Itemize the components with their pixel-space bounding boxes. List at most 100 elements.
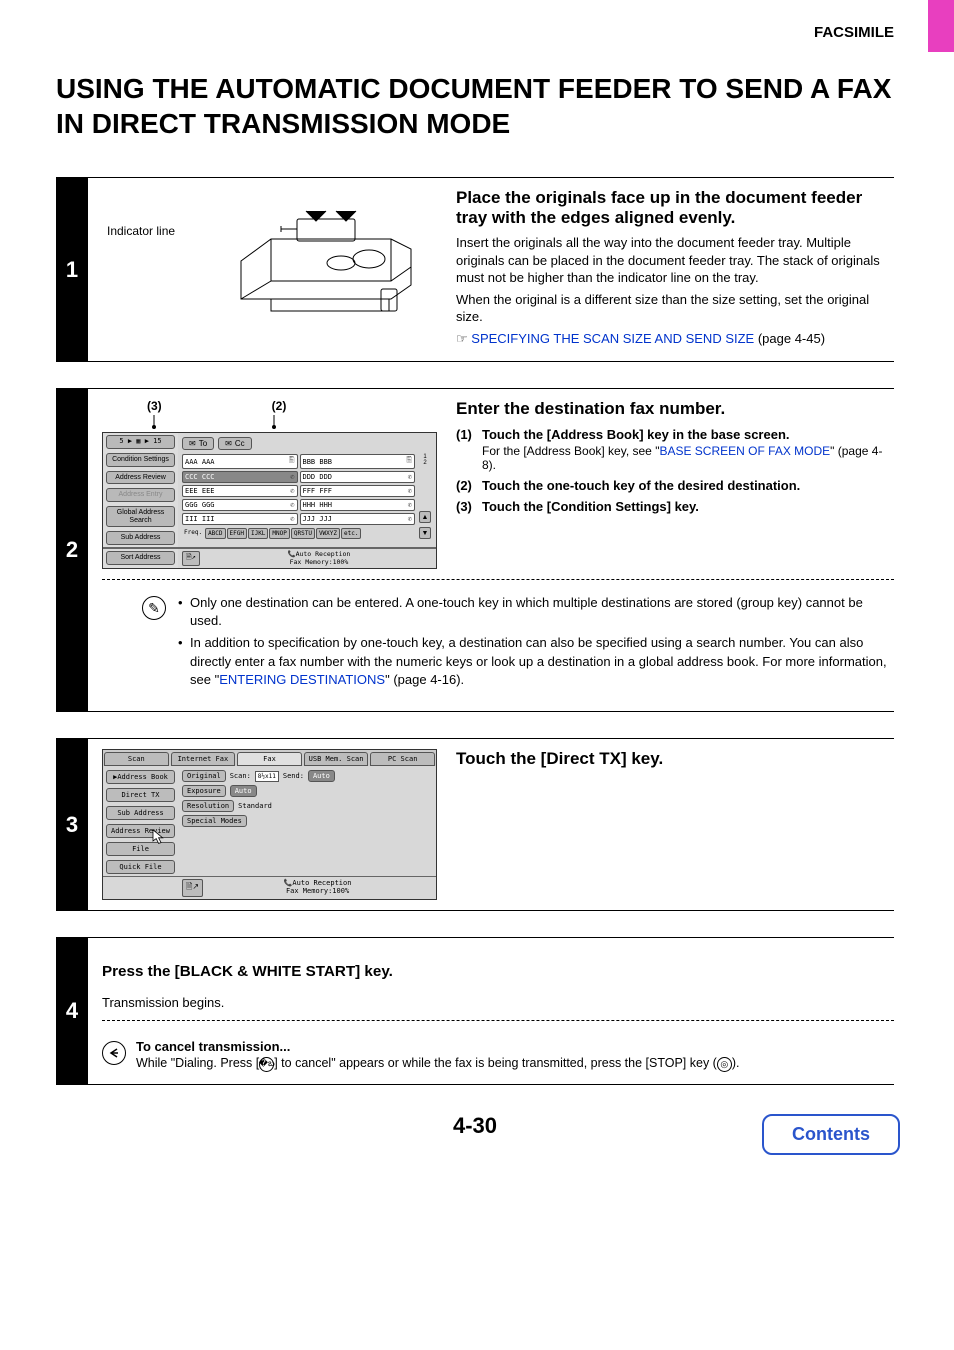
scroll-up[interactable]: ▲ <box>419 511 431 523</box>
cancel-key-icon: �బ <box>259 1057 274 1072</box>
breadcrumb: 5 ▶ ▦ ▶ 15 <box>106 435 175 449</box>
link-scan-size[interactable]: SPECIFYING THE SCAN SIZE AND SEND SIZE <box>471 331 754 346</box>
btn-address-entry[interactable]: Address Entry <box>106 488 175 502</box>
step1-text-1: Insert the originals all the way into th… <box>456 234 894 287</box>
printer-illustration: Indicator line <box>102 188 442 328</box>
tab-pc-scan[interactable]: PC Scan <box>370 752 435 766</box>
btn-address-review[interactable]: Address Review <box>106 824 175 838</box>
dashed-divider <box>102 579 894 580</box>
callout-3: (3) <box>147 399 162 413</box>
phone-icon: ✆ <box>290 487 294 495</box>
address-book-screen: 5 ▶ ▦ ▶ 15 Condition Settings Address Re… <box>102 432 437 569</box>
phone-icon: ✆ <box>408 515 412 523</box>
alpha-vwxyz[interactable]: VWXYZ <box>316 528 340 539</box>
page-title: USING THE AUTOMATIC DOCUMENT FEEDER TO S… <box>56 71 894 141</box>
btn-original[interactable]: Original <box>182 770 226 782</box>
step-number: 1 <box>56 178 88 361</box>
alpha-mnop[interactable]: MNOP <box>269 528 289 539</box>
step1-link-line: ☞ SPECIFYING THE SCAN SIZE AND SEND SIZE… <box>456 330 894 348</box>
btn-address-book[interactable]: ▶Address Book <box>106 770 175 784</box>
scan-size: 8½x11 <box>255 771 279 782</box>
alpha-etc[interactable]: etc. <box>341 528 361 539</box>
step-4: 4 Press the [BLACK & WHITE START] key. T… <box>56 937 894 1085</box>
btn-exposure[interactable]: Exposure <box>182 785 226 797</box>
doc-icon: 🖺 <box>289 456 295 467</box>
contents-button[interactable]: Contents <box>762 1114 900 1155</box>
cancel-icon <box>102 1041 126 1065</box>
btn-condition-settings[interactable]: Condition Settings <box>106 453 175 467</box>
btn-sort-address[interactable]: Sort Address <box>106 551 175 565</box>
cc-button[interactable]: ✉Cc <box>218 437 251 450</box>
contact-jjj[interactable]: JJJ JJJ✆ <box>300 513 416 525</box>
callout-lines <box>102 415 437 429</box>
btn-address-review[interactable]: Address Review <box>106 471 175 485</box>
tab-fax[interactable]: Fax <box>237 752 302 766</box>
status-text: 📞Auto Reception Fax Memory:100% <box>203 880 432 895</box>
contact-eee[interactable]: EEE EEE✆ <box>182 485 298 497</box>
alpha-ijkl[interactable]: IJKL <box>248 528 268 539</box>
exposure-value: Auto <box>230 785 257 797</box>
step4-heading: Press the [BLACK & WHITE START] key. <box>102 963 894 980</box>
btn-sub-address[interactable]: Sub Address <box>106 806 175 820</box>
note-icon: ✎ <box>142 596 166 620</box>
fax-settings-screen: Scan Internet Fax Fax USB Mem. Scan PC S… <box>102 749 437 900</box>
phone-icon: ✆ <box>408 487 412 495</box>
alpha-abcd[interactable]: ABCD <box>205 528 225 539</box>
cancel-body: While "Dialing. Press [�బ] to cancel" ap… <box>136 1056 739 1071</box>
step4-sub: Transmission begins. <box>102 995 894 1010</box>
stop-key-icon: ◎ <box>717 1057 732 1072</box>
step-number: 2 <box>56 389 88 711</box>
contact-ggg[interactable]: GGG GGG✆ <box>182 499 298 511</box>
contact-aaa[interactable]: AAA AAA🖺 <box>182 454 298 469</box>
preview-icon[interactable]: 🗎↗ <box>182 879 203 897</box>
page: FACSIMILE USING THE AUTOMATIC DOCUMENT F… <box>0 0 954 1179</box>
note-bullet-2: In addition to specification by one-touc… <box>178 634 894 689</box>
preview-icon[interactable]: 🗎↗ <box>182 551 200 566</box>
sub-2-num: (2) <box>456 478 482 493</box>
btn-sub-address[interactable]: Sub Address <box>106 531 175 545</box>
phone-icon: ✆ <box>408 501 412 509</box>
contact-iii[interactable]: III III✆ <box>182 513 298 525</box>
contact-bbb[interactable]: BBB BBB🖺 <box>300 454 416 469</box>
send-label: Send: <box>283 772 304 780</box>
step-number: 3 <box>56 739 88 910</box>
section-header: FACSIMILE <box>56 24 894 41</box>
freq-label: Freq. <box>182 528 204 539</box>
step-3: 3 Scan Internet Fax Fax USB Mem. Scan PC… <box>56 738 894 911</box>
contact-fff[interactable]: FFF FFF✆ <box>300 485 416 497</box>
step2-heading: Enter the destination fax number. <box>456 399 894 419</box>
alpha-efgh[interactable]: EFGH <box>227 528 247 539</box>
btn-file[interactable]: File <box>106 842 175 856</box>
step-number: 4 <box>56 938 88 1084</box>
sub-1-note: For the [Address Book] key, see "BASE SC… <box>482 444 894 472</box>
contact-hhh[interactable]: HHH HHH✆ <box>300 499 416 511</box>
contact-ccc[interactable]: CCC CCC✆ <box>182 471 298 483</box>
btn-special-modes[interactable]: Special Modes <box>182 815 247 827</box>
callout-2: (2) <box>272 399 287 413</box>
tab-usb-scan[interactable]: USB Mem. Scan <box>304 752 369 766</box>
contact-ddd[interactable]: DDD DDD✆ <box>300 471 416 483</box>
sub-2-title: Touch the one-touch key of the desired d… <box>482 478 894 493</box>
scroll-down[interactable]: ▼ <box>419 527 431 539</box>
sub-3-num: (3) <box>456 499 482 514</box>
btn-direct-tx[interactable]: Direct TX <box>106 788 175 802</box>
send-value[interactable]: Auto <box>308 770 335 782</box>
note-bullet-1: Only one destination can be entered. A o… <box>178 594 894 630</box>
step-2: 2 (3) (2) <box>56 388 894 712</box>
phone-icon: ✆ <box>290 515 294 523</box>
btn-resolution[interactable]: Resolution <box>182 800 234 812</box>
dashed-divider <box>102 1020 894 1021</box>
link-base-screen[interactable]: BASE SCREEN OF FAX MODE <box>659 444 830 458</box>
link-entering-destinations[interactable]: ENTERING DESTINATIONS <box>219 672 385 687</box>
sub-1-title: Touch the [Address Book] key in the base… <box>482 427 894 442</box>
tab-scan[interactable]: Scan <box>104 752 169 766</box>
to-button[interactable]: ✉To <box>182 437 214 450</box>
step1-heading: Place the originals face up in the docum… <box>456 188 894 228</box>
alpha-qrstu[interactable]: QRSTU <box>291 528 315 539</box>
btn-global-address-search[interactable]: Global Address Search <box>106 506 175 527</box>
tab-internet-fax[interactable]: Internet Fax <box>171 752 236 766</box>
resolution-value: Standard <box>238 802 272 810</box>
doc-icon: 🖺 <box>406 456 412 467</box>
btn-quick-file[interactable]: Quick File <box>106 860 175 874</box>
printer-svg <box>211 189 441 329</box>
